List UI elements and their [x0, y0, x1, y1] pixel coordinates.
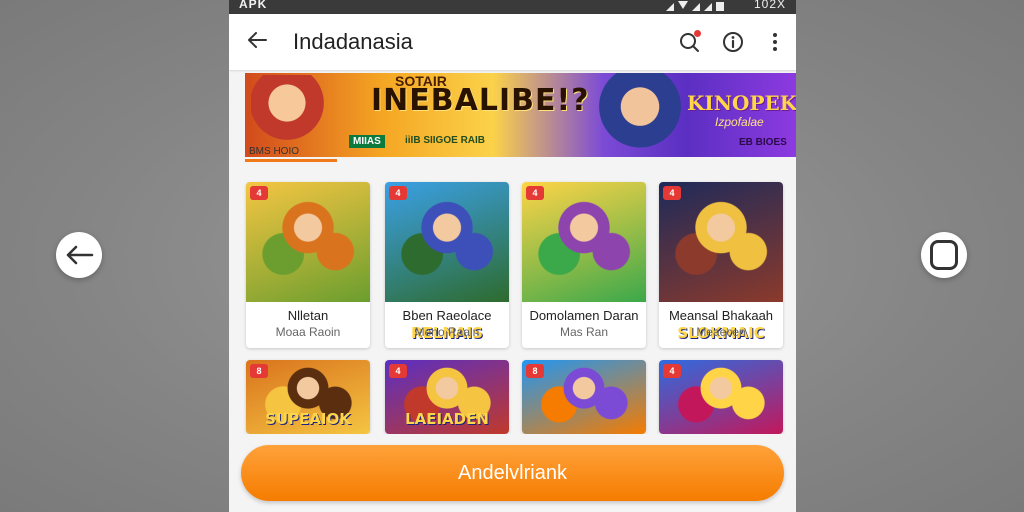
status-bar: APK 102X: [229, 0, 796, 14]
arrow-left-icon: [66, 245, 94, 265]
game-name: Nlletan: [287, 308, 329, 323]
game-card[interactable]: 4 LAEIADEN: [385, 360, 509, 434]
banner-corner-text: EB BIOES: [739, 137, 787, 148]
game-subtitle: Meaecen: [696, 325, 746, 339]
game-badge: 4: [663, 186, 681, 200]
banner-sub-left: MIIAS: [349, 135, 385, 148]
game-badge: 8: [526, 364, 544, 378]
game-badge: 4: [663, 364, 681, 378]
game-badge: 4: [389, 186, 407, 200]
page-title: Indadanasia: [293, 29, 413, 54]
banner-sub-right: iiIB SIIGOE RAIB: [405, 135, 486, 146]
game-card[interactable]: 4 RELNAIS Bben Raeolace Meno Raain: [385, 182, 509, 348]
primary-action-button[interactable]: Andelvlriank: [241, 445, 784, 501]
app-bar: Indadanasia: [229, 14, 796, 70]
banner-progress-indicator: [245, 159, 337, 162]
game-name: Domolamen Daran: [529, 308, 639, 323]
game-card[interactable]: 4 SLOKMAIC Meansal Bhakaah Meaecen: [659, 182, 783, 348]
more-vertical-icon[interactable]: [763, 30, 787, 54]
game-card[interactable]: 4 Nlletan Moaa Raoin: [246, 182, 370, 348]
game-name: Bben Raeolace: [402, 308, 492, 323]
banner-headline: INEBALIBE!?: [371, 83, 590, 118]
game-card[interactable]: 4 Domolamen Daran Mas Ran: [522, 182, 646, 348]
game-art: [522, 182, 646, 302]
banner-logo: KINOPEK: [687, 91, 796, 115]
game-card[interactable]: 4: [659, 360, 783, 434]
hero-art: [595, 73, 685, 157]
banner-logo-sub: Izpofalae: [715, 115, 764, 129]
promo-banner[interactable]: SOTAIR INEBALIBE!? MIIAS iiIB SIIGOE RAI…: [245, 73, 796, 157]
game-badge: 4: [526, 186, 544, 200]
info-icon[interactable]: [721, 30, 745, 54]
game-badge: 4: [250, 186, 268, 200]
notification-dot: [694, 30, 701, 37]
game-art: [246, 182, 370, 302]
game-art: [385, 182, 509, 302]
rounded-square-icon: [930, 240, 958, 270]
mascot-art: [251, 75, 331, 145]
game-art-label: SUPEAIOK: [265, 410, 351, 428]
status-carrier: APK: [239, 0, 268, 11]
game-card[interactable]: 8 SUPEAIOK: [246, 360, 370, 434]
status-time: 102X: [753, 0, 786, 11]
game-subtitle: Meno Raain: [414, 325, 480, 339]
outer-back-button[interactable]: [56, 232, 102, 278]
arrow-left-icon[interactable]: [245, 28, 269, 52]
phone-screen: APK 102X Indadanasia SOTAIR INEBALIBE!? …: [229, 0, 796, 512]
game-subtitle: Mas Ran: [559, 325, 609, 339]
signal-icons: [666, 1, 724, 11]
game-badge: 4: [389, 364, 407, 378]
outer-home-button[interactable]: [921, 232, 967, 278]
bottom-sheet: Andelvlriank: [229, 434, 796, 512]
game-badge: 8: [250, 364, 268, 378]
banner-caption: BMS HOIO: [249, 146, 300, 157]
game-card[interactable]: 8: [522, 360, 646, 434]
game-subtitle: Moaa Raoin: [275, 325, 341, 339]
game-name: Meansal Bhakaah: [668, 308, 774, 323]
game-art-label: LAEIADEN: [405, 410, 489, 428]
game-art: [659, 182, 783, 302]
